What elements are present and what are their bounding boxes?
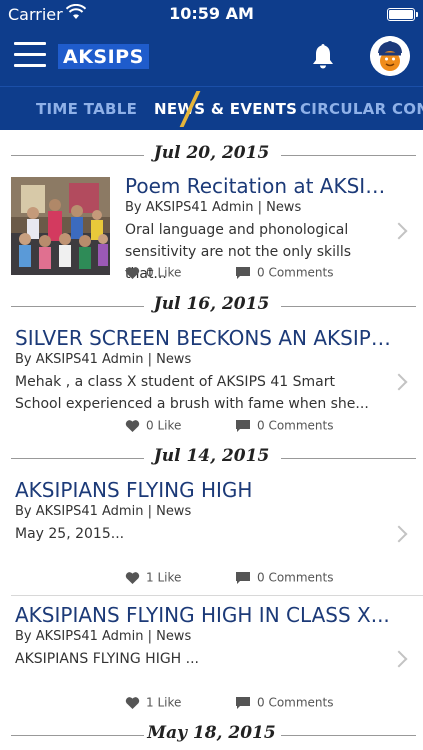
post-byline: By AKSIPS41 Admin | News bbox=[125, 200, 302, 215]
list-item[interactable]: AKSIPIANS FLYING HIGH By AKSIPS41 Admin … bbox=[0, 476, 423, 588]
post-title[interactable]: Poem Recitation at AKSIPS... bbox=[125, 174, 387, 198]
comments-button[interactable]: 0 Comments bbox=[235, 418, 334, 433]
chevron-right-icon[interactable] bbox=[390, 525, 408, 543]
list-item[interactable]: AKSIPIANS FLYING HIGH IN CLASS X... By A… bbox=[0, 601, 423, 713]
comment-icon bbox=[236, 571, 250, 584]
status-bar: Carrier 10:59 AM bbox=[0, 0, 423, 28]
post-title[interactable]: AKSIPIANS FLYING HIGH bbox=[15, 478, 395, 502]
heart-icon bbox=[125, 419, 140, 432]
date-separator: May 18, 2015 bbox=[0, 723, 423, 747]
date-separator: Jul 20, 2015 bbox=[0, 143, 423, 167]
like-button[interactable]: 0 Like bbox=[125, 265, 181, 280]
comments-button[interactable]: 0 Comments bbox=[235, 695, 334, 710]
post-excerpt: AKSIPIANS FLYING HIGH ... bbox=[15, 651, 200, 667]
date-separator: Jul 16, 2015 bbox=[0, 294, 423, 318]
heart-icon bbox=[125, 696, 140, 709]
like-button[interactable]: 1 Like bbox=[125, 695, 181, 710]
post-title[interactable]: AKSIPIANS FLYING HIGH IN CLASS X... bbox=[15, 603, 395, 627]
avatar-icon[interactable] bbox=[370, 36, 410, 76]
post-title[interactable]: SILVER SCREEN BECKONS AN AKSIPS... bbox=[15, 326, 395, 350]
app-header: AKSIPS bbox=[0, 28, 423, 86]
comment-icon bbox=[236, 419, 250, 432]
post-byline: By AKSIPS41 Admin | News bbox=[15, 352, 192, 367]
clock: 10:59 AM bbox=[169, 4, 254, 23]
brand-logo: AKSIPS bbox=[58, 44, 149, 69]
list-item[interactable]: SILVER SCREEN BECKONS AN AKSIPS... By AK… bbox=[0, 324, 423, 436]
tab-news-events[interactable]: NEWS & EVENTS bbox=[154, 100, 297, 118]
tab-time-table[interactable]: TIME TABLE bbox=[36, 100, 137, 118]
tab-contacts[interactable]: CON bbox=[392, 100, 423, 118]
comments-button[interactable]: 0 Comments bbox=[235, 265, 334, 280]
like-button[interactable]: 1 Like bbox=[125, 570, 181, 585]
bell-icon[interactable] bbox=[310, 42, 336, 70]
list-item[interactable]: Poem Recitation at AKSIPS... By AKSIPS41… bbox=[0, 173, 423, 285]
like-button[interactable]: 0 Like bbox=[125, 418, 181, 433]
heart-icon bbox=[125, 266, 140, 279]
divider bbox=[11, 595, 423, 596]
news-feed[interactable]: Jul 20, 2015 Poem Recitation at AKSIPS..… bbox=[0, 130, 423, 750]
comment-icon bbox=[236, 696, 250, 709]
post-excerpt: Mehak , a class X student of AKSIPS 41 S… bbox=[15, 374, 369, 412]
post-byline: By AKSIPS41 Admin | News bbox=[15, 504, 192, 519]
post-byline: By AKSIPS41 Admin | News bbox=[15, 629, 192, 644]
chevron-right-icon[interactable] bbox=[390, 373, 408, 391]
tab-circular[interactable]: CIRCULAR bbox=[300, 100, 386, 118]
category-tabs: TIME TABLE NEWS & EVENTS CIRCULAR CON bbox=[0, 86, 423, 130]
date-separator: Jul 14, 2015 bbox=[0, 446, 423, 470]
post-excerpt: May 25, 2015... bbox=[15, 526, 125, 542]
battery-icon bbox=[387, 8, 418, 21]
chevron-right-icon[interactable] bbox=[390, 650, 408, 668]
menu-icon[interactable] bbox=[14, 42, 46, 70]
comments-button[interactable]: 0 Comments bbox=[235, 570, 334, 585]
heart-icon bbox=[125, 571, 140, 584]
comment-icon bbox=[236, 266, 250, 279]
post-thumbnail bbox=[11, 177, 110, 275]
